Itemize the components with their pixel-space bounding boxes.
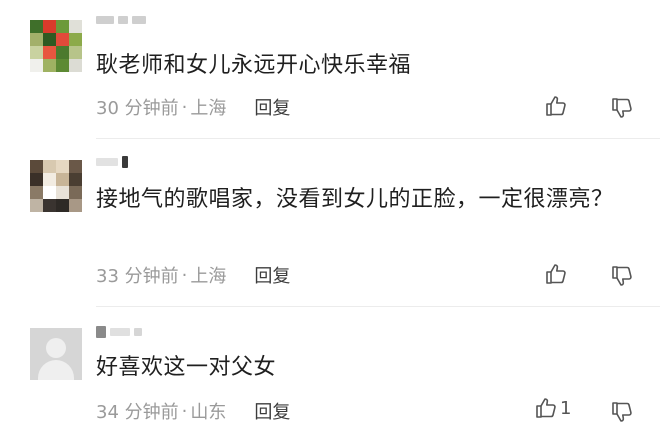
thumbs-up-icon — [536, 398, 556, 418]
avatar[interactable] — [30, 328, 82, 380]
divider — [96, 306, 660, 307]
comment-location: 上海 — [190, 266, 227, 287]
thumbs-down-icon — [612, 98, 632, 118]
username-blurred[interactable] — [96, 156, 128, 168]
comment-time: 33 分钟前 — [96, 266, 179, 287]
reply-button[interactable]: 回复 — [254, 94, 290, 120]
like-button[interactable]: 1 — [534, 396, 571, 420]
meta-separator: · — [181, 400, 188, 422]
comment-text: 好喜欢这一对父女 — [96, 355, 277, 380]
meta-separator: · — [181, 96, 188, 118]
comment-time: 30 分钟前 — [96, 98, 179, 119]
comment-meta: 34 分钟前 · 山东 回复 — [96, 398, 290, 424]
like-button[interactable] — [544, 262, 570, 286]
avatar[interactable] — [30, 160, 82, 212]
comment-meta: 30 分钟前 · 上海 回复 — [96, 94, 290, 120]
thumbs-up-icon — [546, 96, 566, 116]
avatar[interactable] — [30, 20, 82, 72]
comment-text: 耿老师和女儿永远开心快乐幸福 — [96, 53, 412, 78]
reply-button[interactable]: 回复 — [254, 398, 290, 424]
comment-meta: 33 分钟前 · 上海 回复 — [96, 262, 290, 288]
meta-separator: · — [181, 264, 188, 286]
dislike-button[interactable] — [610, 400, 634, 424]
dislike-button[interactable] — [610, 264, 634, 288]
thumbs-down-icon — [612, 266, 632, 286]
dislike-button[interactable] — [610, 96, 634, 120]
like-count: 1 — [560, 397, 572, 419]
username-blurred[interactable] — [96, 14, 146, 26]
comment-location: 上海 — [190, 98, 227, 119]
comment-text: 接地气的歌唱家，没看到女儿的正脸，一定很漂亮？ — [96, 187, 614, 212]
reply-button[interactable]: 回复 — [254, 262, 290, 288]
comment-time: 34 分钟前 — [96, 402, 179, 423]
thumbs-up-icon — [546, 264, 566, 284]
divider — [96, 138, 660, 139]
thumbs-down-icon — [612, 402, 632, 422]
username-blurred[interactable] — [96, 326, 142, 338]
like-button[interactable] — [544, 94, 570, 118]
comment-location: 山东 — [190, 402, 227, 423]
